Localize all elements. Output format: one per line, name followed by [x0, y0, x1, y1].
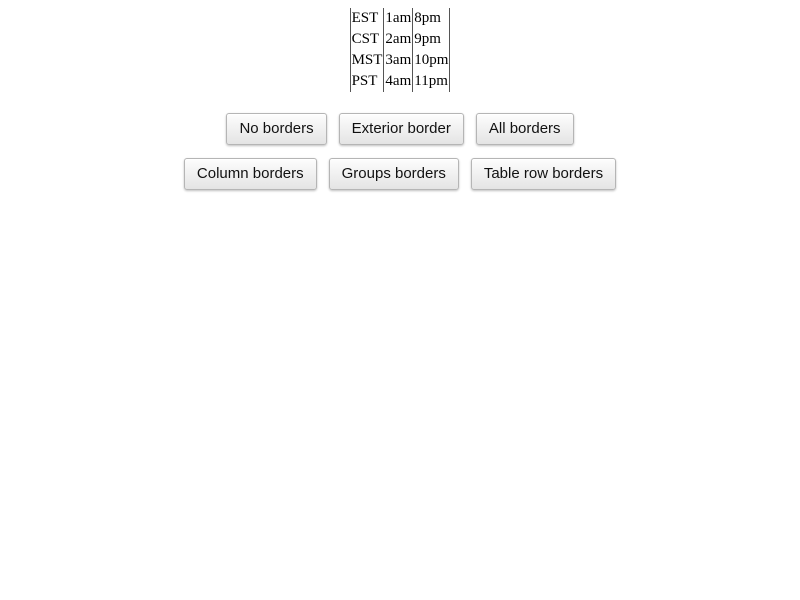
table-row: MST 3am 10pm [349, 50, 451, 71]
table-cell: 3am [383, 50, 414, 71]
table-row: EST 1am 8pm [349, 8, 451, 29]
exterior-border-button[interactable]: Exterior border [338, 113, 464, 145]
column-borders-button[interactable]: Column borders [183, 158, 317, 190]
groups-borders-button[interactable]: Groups borders [328, 158, 459, 190]
table-cell: 9pm [412, 29, 451, 50]
border-buttons-row-2: Column borders Groups borders Table row … [0, 158, 800, 190]
table-row: PST 4am 11pm [349, 71, 451, 92]
table-row-borders-button[interactable]: Table row borders [470, 158, 617, 190]
table-cell: CST [349, 29, 385, 50]
table-row: CST 2am 9pm [349, 29, 451, 50]
table-cell: EST [349, 8, 385, 29]
table-cell: 1am [383, 8, 414, 29]
table-cell: PST [349, 71, 385, 92]
table-cell: 8pm [412, 8, 451, 29]
table-cell: 11pm [412, 71, 451, 92]
border-buttons-row-1: No borders Exterior border All borders [0, 113, 800, 145]
table-cell: 10pm [412, 50, 451, 71]
no-borders-button[interactable]: No borders [226, 113, 327, 145]
timezone-table-container: EST 1am 8pm CST 2am 9pm MST 3am 10pm PST… [0, 8, 800, 92]
timezone-table: EST 1am 8pm CST 2am 9pm MST 3am 10pm PST… [349, 8, 451, 92]
all-borders-button[interactable]: All borders [475, 113, 574, 145]
table-cell: 2am [383, 29, 414, 50]
table-cell: MST [349, 50, 385, 71]
table-cell: 4am [383, 71, 414, 92]
